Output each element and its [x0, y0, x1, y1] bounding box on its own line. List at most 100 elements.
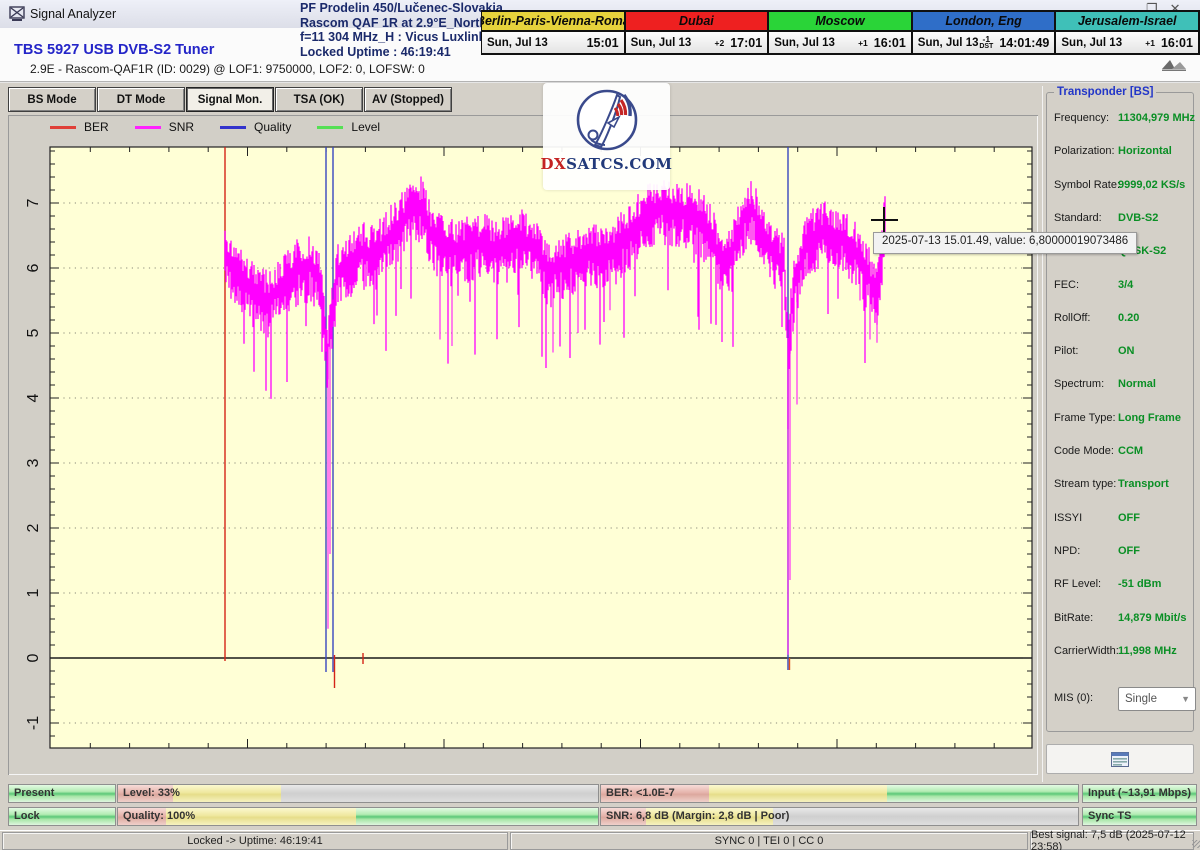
- statusbar-uptime: Locked -> Uptime: 46:19:41: [2, 832, 508, 850]
- transponder-label: NPD:: [1054, 545, 1080, 557]
- signal-analyzer-window: Signal Analyzer ❐✕ TBS 5927 USB DVB-S2 T…: [0, 0, 1200, 850]
- transponder-label: Standard:: [1054, 212, 1102, 224]
- clock-city-label: Jerusalem-Israel: [1056, 12, 1198, 32]
- present-indicator: Present: [8, 784, 116, 803]
- transponder-label: Stream type:: [1054, 478, 1116, 490]
- tab-dt-mode[interactable]: DT Mode: [97, 87, 185, 112]
- chart-tooltip: 2025-07-13 15.01.49, value: 6,8000001907…: [873, 232, 1137, 254]
- y-axis-label: 6: [25, 263, 42, 272]
- clock-time-row: Sun, Jul 13+116:01: [1056, 32, 1198, 53]
- transponder-value: 14,879 Mbit/s: [1118, 612, 1186, 624]
- legend-item-ber: BER: [50, 120, 109, 134]
- legend-color-dash: [317, 126, 343, 129]
- ber-bar: BER: <1.0E-7: [600, 784, 1079, 803]
- transponder-label: CarrierWidth:: [1054, 645, 1119, 657]
- bar-zone-yellow: [173, 785, 281, 802]
- small-logo-icon: [1160, 56, 1188, 72]
- transponder-label: RF Level:: [1054, 578, 1101, 590]
- bar-label: Lock: [14, 810, 40, 822]
- clock-city-label: Moscow: [769, 12, 911, 32]
- syncts-indicator: Sync TS: [1082, 807, 1197, 826]
- chart-legend: BERSNRQualityLevel: [50, 120, 380, 134]
- mis-dropdown[interactable]: Single ▼: [1118, 687, 1196, 711]
- bar-zone-green: [887, 785, 1078, 802]
- transponder-value: Transport: [1118, 478, 1169, 490]
- legend-item-snr: SNR: [135, 120, 194, 134]
- clock-berlin-paris-vienna-roma: Berlin-Paris-Vienna-RomaSun, Jul 1315:01: [481, 10, 626, 55]
- transponder-label: Spectrum:: [1054, 378, 1104, 390]
- clock-date: Sun, Jul 13: [1061, 37, 1122, 49]
- tuner-subtitle: 2.9E - Rascom-QAF1R (ID: 0029) @ LOF1: 9…: [30, 62, 425, 76]
- world-clocks: Berlin-Paris-Vienna-RomaSun, Jul 1315:01…: [482, 10, 1200, 55]
- clock-date: Sun, Jul 13: [631, 37, 692, 49]
- clock-time: 15:01: [587, 36, 619, 50]
- level-bar: Level: 33%: [117, 784, 599, 803]
- transponder-label: Pilot:: [1054, 345, 1078, 357]
- clock-date: Sun, Jul 13: [774, 37, 835, 49]
- transponder-value: OFF: [1118, 545, 1140, 557]
- clock-time-row: Sun, Jul 1315:01: [482, 32, 624, 53]
- site-info-line: PF Prodelin 450/Lučenec-Slovakia: [300, 1, 500, 16]
- transponder-value: 3/4: [1118, 279, 1133, 291]
- transponder-label: ISSYI: [1054, 512, 1082, 524]
- clock-date: Sun, Jul 13: [918, 37, 979, 49]
- clock-city-label: Berlin-Paris-Vienna-Roma: [482, 12, 624, 32]
- clock-time: 16:01: [874, 36, 906, 50]
- clock-time: 16:01: [1161, 36, 1193, 50]
- clock-city-label: Dubai: [626, 12, 768, 32]
- site-info-line: Locked Uptime : 46:19:41: [300, 45, 500, 60]
- device-title: TBS 5927 USB DVB-S2 Tuner: [14, 42, 214, 58]
- bar-label: Level: 33%: [123, 787, 180, 799]
- list-icon: [1111, 752, 1129, 767]
- legend-label: SNR: [169, 120, 194, 134]
- transponder-label: Code Mode:: [1054, 445, 1114, 457]
- quality-bar: Quality: 100%: [117, 807, 599, 826]
- clock-moscow: Moscow Sun, Jul 13 +116:01: [768, 10, 913, 55]
- clock-time: 17:01: [730, 36, 762, 50]
- lock-indicator: Lock: [8, 807, 116, 826]
- resize-grip[interactable]: [1192, 840, 1200, 848]
- transponder-label: RollOff:: [1054, 312, 1090, 324]
- clock-city-label: London, Eng: [913, 12, 1055, 32]
- bar-label: BER: <1.0E-7: [606, 787, 675, 799]
- transponder-value: Normal: [1118, 378, 1156, 390]
- tab-bs-mode[interactable]: BS Mode: [8, 87, 96, 112]
- transponder-value: ON: [1118, 345, 1135, 357]
- transponder-label: Polarization:: [1054, 145, 1115, 157]
- clock-time: 14:01:49: [999, 36, 1049, 50]
- tab-av-stopped-[interactable]: AV (Stopped): [364, 87, 452, 112]
- site-info-line: f=11 304 MHz_H : Vicus Luxlink: [300, 30, 500, 45]
- clock-dubai: Dubai Sun, Jul 13 +217:01: [625, 10, 770, 55]
- crosshair-cursor: [871, 219, 898, 221]
- clock-time-row: Sun, Jul 13 +217:01: [626, 32, 768, 53]
- site-info-line: Rascom QAF 1R at 2.9°E_North: [300, 16, 500, 31]
- statusbar-best-signal: Best signal: 7,5 dB (2025-07-12 23:58): [1030, 832, 1194, 850]
- clock-utc-offset: +2: [715, 39, 729, 47]
- transponder-title: Transponder [BS]: [1054, 86, 1156, 98]
- clock-london-eng: London, EngSun, Jul 13-1DST14:01:49: [912, 10, 1057, 55]
- tab-signal-mon-[interactable]: Signal Mon.: [186, 87, 274, 112]
- transponder-value: Horizontal: [1118, 145, 1172, 157]
- transponder-value: 9999,02 KS/s: [1118, 179, 1185, 191]
- y-axis-label: 3: [25, 458, 42, 467]
- statusbar-sync-counters: SYNC 0 | TEI 0 | CC 0: [510, 832, 1028, 850]
- dxsatcs-text: DXSATCS.COM: [540, 155, 672, 173]
- y-axis-label: 7: [25, 198, 42, 207]
- transponder-label: Symbol Rate:: [1054, 179, 1120, 191]
- clock-utc-offset: +1: [858, 39, 872, 47]
- tab-tsa-ok-[interactable]: TSA (OK): [275, 87, 363, 112]
- transponder-value: DVB-S2: [1118, 212, 1158, 224]
- transponder-label: BitRate:: [1054, 612, 1093, 624]
- clock-time-row: Sun, Jul 13-1DST14:01:49: [913, 32, 1055, 53]
- legend-label: BER: [84, 120, 109, 134]
- y-axis-label: -1: [25, 716, 42, 730]
- legend-item-level: Level: [317, 120, 380, 134]
- legend-color-dash: [135, 126, 161, 129]
- transponder-value: OFF: [1118, 512, 1140, 524]
- transponder-value: 11304,979 MHz: [1118, 112, 1195, 124]
- transponder-list-button[interactable]: [1046, 744, 1194, 774]
- bar-label: Quality: 100%: [123, 810, 195, 822]
- app-icon: [9, 6, 25, 22]
- mis-label: MIS (0):: [1054, 692, 1093, 704]
- transponder-label: FEC:: [1054, 279, 1079, 291]
